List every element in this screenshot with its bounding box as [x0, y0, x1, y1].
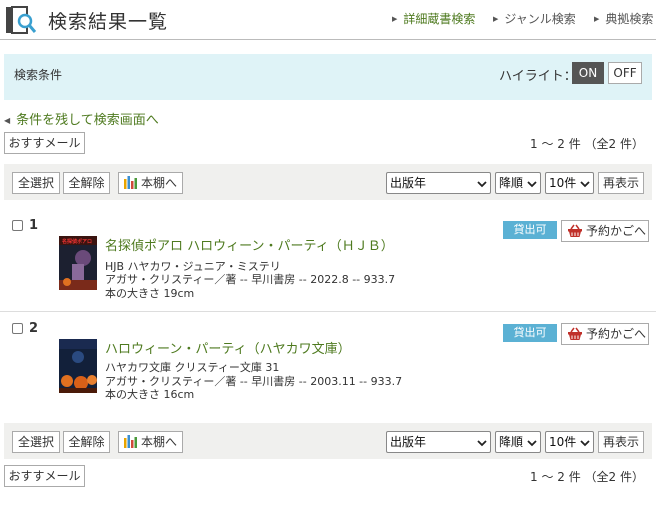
book-search-icon [6, 6, 37, 34]
order-select[interactable]: 降順 [495, 172, 541, 194]
record-checkbox[interactable] [12, 220, 23, 231]
result-toolbar-bottom: 全選択 全解除 本棚へ 出版年 降順 10件 再表示 [4, 423, 652, 459]
record-number: 2 [29, 321, 39, 336]
record-number: 1 [29, 218, 39, 233]
per-page-select[interactable]: 10件 [545, 431, 594, 453]
chevron-down-icon [527, 181, 537, 188]
recommend-mail-button[interactable]: おすすメール [4, 465, 85, 487]
add-to-shelf-button[interactable]: 本棚へ [118, 172, 183, 194]
unselect-all-button[interactable]: 全解除 [63, 431, 110, 453]
reserve-basket-button[interactable]: 予約かごへ [561, 323, 649, 345]
status-badge: 貸出可 [503, 221, 557, 239]
shelf-label: 本棚へ [140, 176, 177, 190]
nav-label: 詳細蔵書検索 [403, 12, 476, 26]
redisplay-button[interactable]: 再表示 [598, 431, 644, 453]
select-all-button[interactable]: 全選択 [12, 431, 60, 453]
order-value: 降順 [499, 435, 524, 449]
book-cover-image[interactable]: 名探偵ポアロ [59, 236, 97, 290]
add-to-shelf-button[interactable]: 本棚へ [118, 431, 183, 453]
chevron-down-icon [527, 440, 537, 447]
shopping-basket-icon [568, 224, 582, 237]
page-header: 検索結果一覧 ▶ 詳細蔵書検索 ▶ ジャンル検索 ▶ 典拠検索 [0, 0, 656, 40]
reserve-basket-button[interactable]: 予約かごへ [561, 220, 649, 242]
order-value: 降順 [499, 176, 524, 190]
record-size: 本の大きさ 19cm [105, 287, 195, 300]
triangle-left-icon: ◀ [4, 116, 11, 125]
select-all-button[interactable]: 全選択 [12, 172, 60, 194]
back-link-label: 条件を残して検索画面へ [16, 113, 159, 128]
nav-label: 典拠検索 [605, 12, 654, 26]
basket-label: 予約かごへ [586, 224, 647, 238]
nav-label: ジャンル検索 [504, 12, 576, 26]
sort-select[interactable]: 出版年 [386, 172, 491, 194]
order-select[interactable]: 降順 [495, 431, 541, 453]
back-to-search-link[interactable]: ◀ 条件を残して検索画面へ [4, 109, 159, 128]
record-title-link[interactable]: 名探偵ポアロ ハロウィーン・パーティ（ＨＪＢ） [105, 235, 394, 254]
search-conditions-panel: 検索条件 ハイライト： ON OFF [4, 54, 652, 100]
highlight-label: ハイライト： [499, 69, 577, 84]
unselect-all-button[interactable]: 全解除 [63, 172, 110, 194]
search-conditions-label[interactable]: 検索条件 [14, 66, 62, 83]
triangle-right-icon: ▶ [392, 15, 398, 23]
record-size: 本の大きさ 16cm [105, 388, 195, 401]
per-page-value: 10件 [549, 435, 577, 449]
shopping-basket-icon [568, 327, 582, 340]
chevron-down-icon [580, 181, 590, 188]
highlight-on-button[interactable]: ON [572, 62, 604, 84]
page-title: 検索結果一覧 [48, 11, 169, 33]
shelf-label: 本棚へ [140, 435, 177, 449]
result-count: 1 ～ 2 件 （全2 件） [530, 137, 644, 151]
chevron-down-icon [477, 440, 487, 447]
per-page-select[interactable]: 10件 [545, 172, 594, 194]
chevron-down-icon [477, 181, 487, 188]
nav-advanced-search[interactable]: ▶ 詳細蔵書検索 [392, 10, 475, 27]
basket-label: 予約かごへ [586, 327, 647, 341]
bar-chart-icon [123, 435, 137, 448]
nav-genre-search[interactable]: ▶ ジャンル検索 [493, 10, 576, 27]
recommend-mail-button[interactable]: おすすメール [4, 132, 85, 154]
svg-text:名探偵ポアロ: 名探偵ポアロ [62, 238, 92, 245]
bar-chart-icon [123, 176, 137, 189]
triangle-right-icon: ▶ [594, 15, 600, 23]
result-toolbar-top: 全選択 全解除 本棚へ 出版年 降順 10件 再表示 [4, 164, 652, 200]
per-page-value: 10件 [549, 176, 577, 190]
chevron-down-icon [580, 440, 590, 447]
book-cover-image[interactable] [59, 339, 97, 393]
record-divider [0, 311, 656, 312]
redisplay-button[interactable]: 再表示 [598, 172, 644, 194]
record-checkbox[interactable] [12, 323, 23, 334]
sort-value: 出版年 [390, 435, 427, 449]
status-badge: 貸出可 [503, 324, 557, 342]
highlight-off-button[interactable]: OFF [608, 62, 642, 84]
sort-select[interactable]: 出版年 [386, 431, 491, 453]
nav-authority-search[interactable]: ▶ 典拠検索 [594, 10, 653, 27]
record-title-link[interactable]: ハロウィーン・パーティ（ハヤカワ文庫） [105, 338, 351, 357]
triangle-right-icon: ▶ [493, 15, 499, 23]
result-count: 1 ～ 2 件 （全2 件） [530, 470, 644, 484]
sort-value: 出版年 [390, 176, 427, 190]
